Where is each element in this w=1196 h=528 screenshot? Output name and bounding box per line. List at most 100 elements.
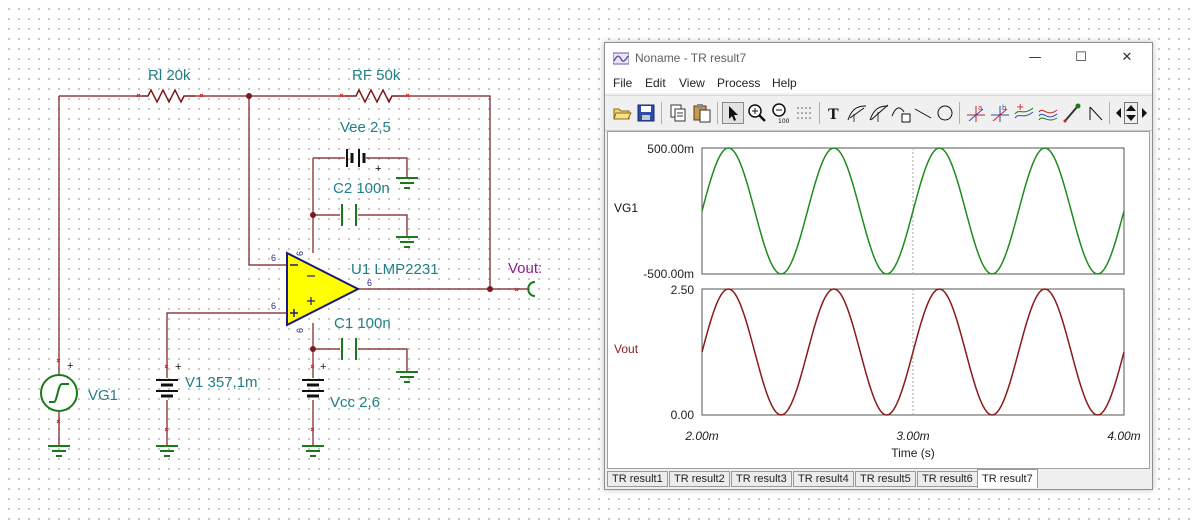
x-tick-label: 2.00m xyxy=(684,429,718,443)
line-icon[interactable] xyxy=(912,102,934,124)
ground-icon xyxy=(396,371,418,383)
label-vg1: VG1 xyxy=(88,387,118,404)
junction-dot xyxy=(487,286,493,292)
svg-text:100: 100 xyxy=(778,118,790,124)
output-connector-icon[interactable] xyxy=(527,281,536,297)
label-opamp: U1 LMP2231 xyxy=(351,261,439,278)
y-tick-label: 500.00m xyxy=(647,142,694,156)
ground-icon xyxy=(48,445,70,457)
plot-area[interactable]: 500.00m -500.00m VG1 2.50 0.00 Vout 2.00… xyxy=(607,131,1150,469)
battery-v1-icon[interactable] xyxy=(156,379,178,398)
junction-dot xyxy=(310,346,316,352)
schematic-canvas: + + + + Rl 20k RF 50k Vee 2,5 C2 100n U1… xyxy=(40,67,542,457)
y-axis-label: Vout xyxy=(614,342,639,356)
pin-number: 6 xyxy=(295,251,305,256)
signal-source-vg1-icon[interactable] xyxy=(40,374,78,412)
grid-icon[interactable] xyxy=(794,102,816,124)
cursor-a-icon[interactable]: a xyxy=(965,102,987,124)
zoom-out-icon[interactable]: 100 xyxy=(770,102,792,124)
maximize-button[interactable]: ☐ xyxy=(1058,43,1104,73)
slope-icon[interactable] xyxy=(868,102,890,124)
probe-icon[interactable] xyxy=(1061,102,1083,124)
tangent-icon[interactable] xyxy=(846,102,868,124)
plot-svg: 500.00m -500.00m VG1 2.50 0.00 Vout 2.00… xyxy=(614,142,1141,460)
chart-vg1[interactable]: 500.00m -500.00m VG1 xyxy=(614,142,1125,281)
chart-vout[interactable]: 2.50 0.00 Vout 2.00m 3.00m 4.00m Time (s… xyxy=(614,283,1141,460)
plus-sign: + xyxy=(175,361,181,373)
copy-icon[interactable] xyxy=(667,102,689,124)
battery-vcc-icon[interactable] xyxy=(302,379,324,398)
tab-tr-result3[interactable]: TR result3 xyxy=(731,471,792,487)
svg-text:+: + xyxy=(1016,102,1024,113)
menu-help[interactable]: Help xyxy=(772,76,797,90)
toolbar: 100 T a b + xyxy=(605,95,1152,131)
pin-number: 6 xyxy=(367,278,372,288)
pin-number: 6 xyxy=(271,253,276,263)
ground-icon xyxy=(396,177,418,189)
circle-icon[interactable] xyxy=(934,102,956,124)
capacitor-c1-icon[interactable] xyxy=(341,338,357,360)
cursor-icon[interactable] xyxy=(722,102,744,124)
plus-sign: + xyxy=(67,360,73,372)
scroll-updown-icon[interactable] xyxy=(1124,102,1138,124)
plus-sign: + xyxy=(375,163,381,175)
minimize-button[interactable]: — xyxy=(1012,43,1058,73)
battery-vee-icon[interactable] xyxy=(346,149,366,167)
tr-result-window[interactable]: Noname - TR result7 — ☐ ✕ File Edit View… xyxy=(604,42,1153,490)
add-curve-icon[interactable]: + xyxy=(1013,102,1035,124)
label-vee: Vee 2,5 xyxy=(340,119,391,136)
y-tick-label: 2.50 xyxy=(671,283,695,297)
junction-dot xyxy=(310,212,316,218)
label-c1: C1 100n xyxy=(334,315,391,332)
tab-tr-result4[interactable]: TR result4 xyxy=(793,471,854,487)
label-vout: Vout: xyxy=(508,260,542,277)
scroll-right-icon[interactable] xyxy=(1138,102,1150,124)
resistor-rf-icon[interactable] xyxy=(345,88,405,104)
ground-icon xyxy=(302,445,324,457)
tab-tr-result5[interactable]: TR result5 xyxy=(855,471,916,487)
pin-number: 6 xyxy=(295,328,305,333)
tab-tr-result2[interactable]: TR result2 xyxy=(669,471,730,487)
svg-text:T: T xyxy=(828,106,839,123)
close-button[interactable]: ✕ xyxy=(1104,43,1150,73)
open-icon[interactable] xyxy=(611,102,633,124)
label-rf: RF 50k xyxy=(352,67,401,84)
ground-icon xyxy=(156,445,178,457)
y-tick-label: 0.00 xyxy=(671,408,695,422)
tab-tr-result1[interactable]: TR result1 xyxy=(607,471,668,487)
label-v1: V1 357,1m xyxy=(185,374,258,391)
marker-icon[interactable] xyxy=(1085,102,1107,124)
cursor-b-icon[interactable]: b xyxy=(989,102,1011,124)
line-tool-icon[interactable] xyxy=(890,102,912,124)
save-icon[interactable] xyxy=(635,102,657,124)
label-c2: C2 100n xyxy=(333,180,390,197)
junction-dot xyxy=(246,93,252,99)
menu-bar: File Edit View Process Help xyxy=(605,73,1152,93)
plus-sign: + xyxy=(320,361,326,373)
tab-tr-result6[interactable]: TR result6 xyxy=(917,471,978,487)
result-tabs: TR result1 TR result2 TR result3 TR resu… xyxy=(605,469,1152,489)
text-icon[interactable]: T xyxy=(824,102,846,124)
paste-icon[interactable] xyxy=(691,102,713,124)
zoom-in-icon[interactable] xyxy=(746,102,768,124)
x-tick-label: 3.00m xyxy=(896,429,929,443)
resistor-rl-icon[interactable] xyxy=(142,88,195,104)
y-tick-label: -500.00m xyxy=(643,267,694,281)
window-title: Noname - TR result7 xyxy=(635,51,747,65)
x-tick-label: 4.00m xyxy=(1107,429,1140,443)
wave-icon[interactable] xyxy=(1037,102,1059,124)
capacitor-c2-icon[interactable] xyxy=(341,204,357,226)
ground-icon xyxy=(396,236,418,248)
menu-view[interactable]: View xyxy=(679,76,705,90)
svg-text:b: b xyxy=(1002,104,1007,112)
pin-number: 6 xyxy=(271,301,276,311)
x-axis-label: Time (s) xyxy=(891,446,935,460)
label-vcc: Vcc 2,6 xyxy=(330,394,380,411)
tab-tr-result7[interactable]: TR result7 xyxy=(977,469,1038,488)
title-bar[interactable]: Noname - TR result7 — ☐ ✕ xyxy=(605,43,1152,73)
label-rl: Rl 20k xyxy=(148,67,191,84)
menu-file[interactable]: File xyxy=(613,76,632,90)
menu-process[interactable]: Process xyxy=(717,76,760,90)
menu-edit[interactable]: Edit xyxy=(645,76,666,90)
y-axis-label: VG1 xyxy=(614,201,638,215)
